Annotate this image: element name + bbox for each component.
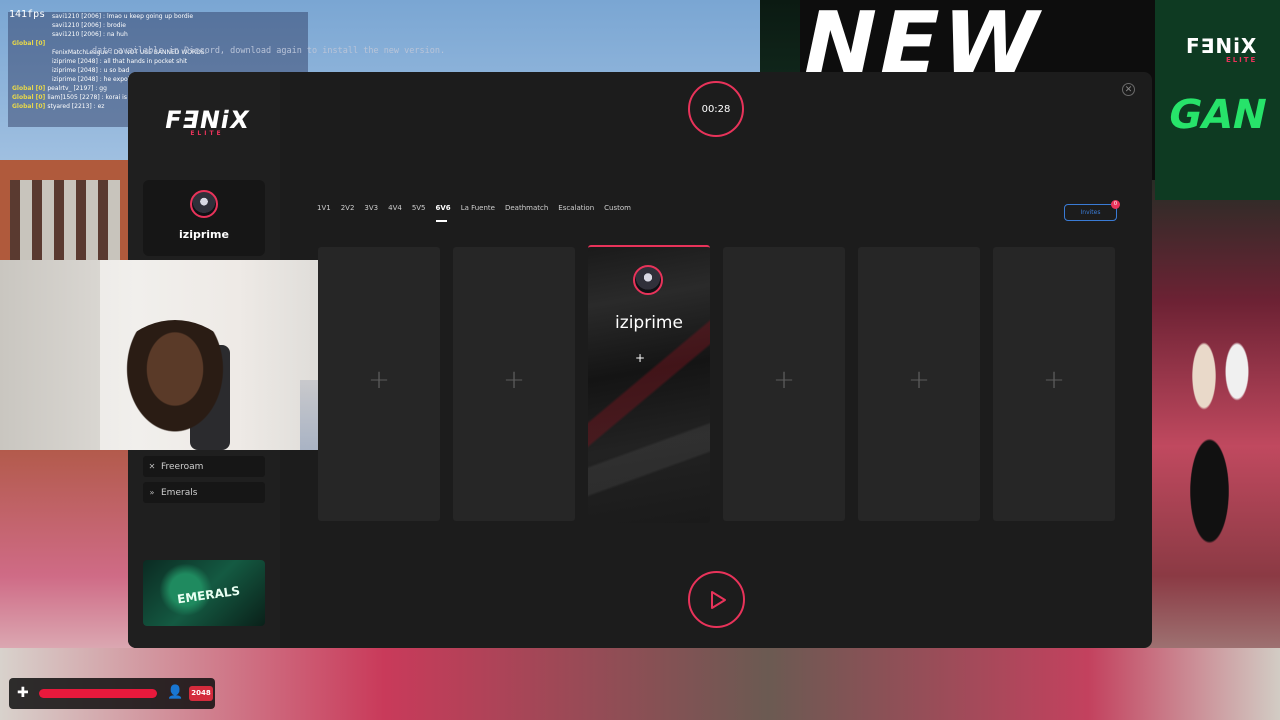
tab-2v2[interactable]: 2V2 <box>341 200 361 218</box>
player-slot-empty[interactable]: + <box>858 247 980 521</box>
tab-4v4[interactable]: 4V4 <box>388 200 408 218</box>
tab-3v3[interactable]: 3V3 <box>364 200 384 218</box>
emerals-promo-banner[interactable]: EMERALS <box>143 560 265 626</box>
background-players <box>1160 330 1270 560</box>
update-notice: date available in Discord, download agai… <box>92 46 446 56</box>
lobby-timer: 00:28 <box>688 81 744 137</box>
close-button[interactable]: ✕ <box>1122 83 1135 96</box>
chat-line: savi1210 [2006] : na huh <box>52 31 128 38</box>
tab-6v6[interactable]: 6V6 <box>435 200 457 222</box>
fps-counter: 141fps <box>9 9 46 20</box>
tab-deathmatch[interactable]: Deathmatch <box>505 200 554 218</box>
user-icon: 👤 <box>167 685 184 700</box>
player-slot-empty[interactable]: + <box>318 247 440 521</box>
tab-5v5[interactable]: 5V5 <box>412 200 432 218</box>
slot-player-name: iziprime <box>615 313 683 333</box>
player-id-badge: 2048 <box>189 686 213 701</box>
invites-label: Invites <box>1080 209 1101 216</box>
tab-custom[interactable]: Custom <box>604 200 637 218</box>
tab-escalation[interactable]: Escalation <box>558 200 600 218</box>
player-slot-empty[interactable]: + <box>993 247 1115 521</box>
add-player-icon: + <box>908 365 930 395</box>
profile-name: iziprime <box>179 228 229 241</box>
mode-tabs: 1V1 2V2 3V3 4V4 5V5 6V6 La Fuente Deathmatch Esc… <box>317 200 641 222</box>
x-icon: ✕ <box>148 462 156 471</box>
chat-line: iziprime [2048] : all that hands in pock… <box>52 58 188 65</box>
play-icon <box>710 590 726 609</box>
health-cross-icon: ✚ <box>17 685 29 701</box>
tab-la-fuente[interactable]: La Fuente <box>461 200 501 218</box>
profile-card[interactable]: iziprime <box>143 180 265 256</box>
streamer-webcam <box>0 260 339 450</box>
corner-brand-logo: F∃NiX ELITE <box>1186 34 1258 64</box>
sidebar-item-label: Emerals <box>161 487 198 498</box>
health-bar <box>39 689 157 698</box>
play-button[interactable] <box>688 571 745 628</box>
slot-artwork <box>588 267 710 507</box>
add-player-icon: + <box>503 365 525 395</box>
chat-line: savi1210 [2006] : lmao u keep going up b… <box>52 13 194 20</box>
player-slot-filled[interactable]: iziprime + <box>588 245 710 523</box>
avatar <box>633 265 663 295</box>
player-hud: ✚ 👤 2048 <box>9 678 215 709</box>
add-player-icon: + <box>773 365 795 395</box>
invites-button[interactable]: Invites 0 <box>1064 200 1120 221</box>
chat-line: savi1210 [2006] : brodie <box>52 22 126 29</box>
tab-1v1[interactable]: 1V1 <box>317 200 337 218</box>
sidebar-item-freeroam[interactable]: ✕ Freeroam <box>143 456 265 477</box>
sidebar-item-emerals[interactable]: » Emerals <box>143 482 265 503</box>
chevrons-icon: » <box>149 488 155 497</box>
add-player-icon: + <box>1043 365 1065 395</box>
player-slot-empty[interactable]: + <box>723 247 845 521</box>
add-player-icon: + <box>368 365 390 395</box>
add-icon[interactable]: + <box>635 351 645 365</box>
avatar <box>190 190 218 218</box>
sidebar-item-label: Freeroam <box>161 461 204 472</box>
invites-count-badge: 0 <box>1111 200 1120 209</box>
background-billboard-green: GAN <box>1155 0 1280 200</box>
fenix-logo: F∃NiX ELITE <box>162 106 252 137</box>
player-slot-empty[interactable]: + <box>453 247 575 521</box>
background-building <box>0 160 135 270</box>
